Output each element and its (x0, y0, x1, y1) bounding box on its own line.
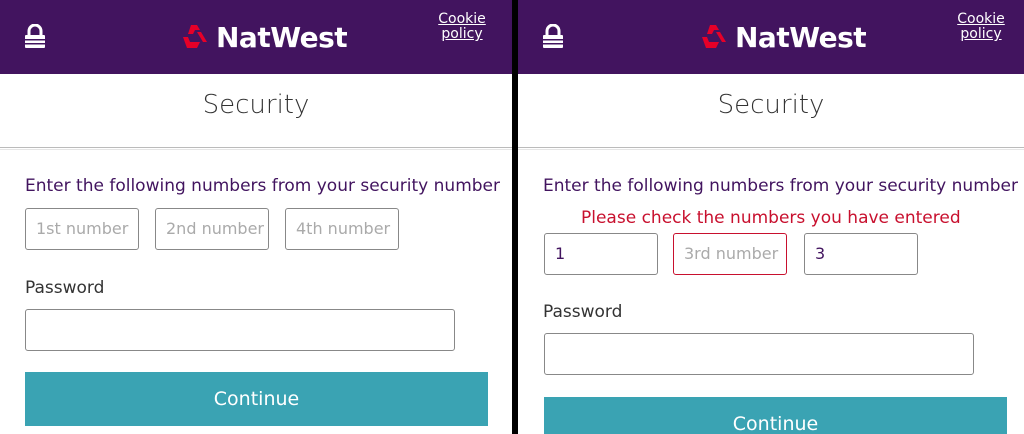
error-message: Please check the numbers you have entere… (581, 208, 961, 228)
security-digit-input-2[interactable]: 2nd number (155, 208, 269, 250)
header-bar: NatWest Cookie policy (0, 0, 512, 74)
natwest-cubes-icon (702, 25, 726, 48)
instruction-text: Enter the following numbers from your se… (25, 176, 500, 196)
security-digit-input-2[interactable]: 3rd number (673, 233, 787, 275)
brand-name: NatWest (216, 20, 348, 54)
cookie-policy-link[interactable]: Cookie policy (434, 12, 490, 42)
password-field[interactable] (25, 309, 455, 351)
cookie-link-line1: Cookie (438, 11, 486, 27)
password-label: Password (25, 278, 105, 298)
divider (518, 147, 1024, 150)
continue-button[interactable]: Continue (25, 372, 488, 426)
cookie-policy-link[interactable]: Cookie policy (953, 12, 1009, 42)
natwest-cubes-icon (183, 25, 207, 48)
cookie-link-line1: Cookie (957, 11, 1005, 27)
security-digit-input-3[interactable]: 3 (804, 233, 918, 275)
page-title: Security (717, 90, 825, 120)
security-digit-input-1[interactable]: 1st number (25, 208, 139, 250)
brand-name: NatWest (735, 20, 867, 54)
instruction-text: Enter the following numbers from your se… (543, 176, 1018, 196)
cookie-link-line2: policy (441, 26, 483, 42)
security-digit-input-3[interactable]: 4th number (285, 208, 399, 250)
cookie-link-line2: policy (960, 26, 1002, 42)
natwest-logo: NatWest (701, 20, 867, 54)
login-screen-initial: NatWest Cookie policy Security Enter the… (0, 0, 512, 434)
lock-icon (543, 24, 563, 48)
login-screen-error: NatWest Cookie policy Security Enter the… (518, 0, 1024, 434)
divider (0, 147, 512, 150)
page-title: Security (202, 90, 310, 120)
password-label: Password (543, 302, 623, 322)
natwest-logo: NatWest (182, 20, 348, 54)
security-digit-input-1[interactable]: 1 (544, 233, 658, 275)
lock-icon (25, 24, 45, 48)
password-field[interactable] (544, 333, 974, 375)
continue-button[interactable]: Continue (544, 397, 1007, 434)
header-bar: NatWest Cookie policy (518, 0, 1024, 74)
